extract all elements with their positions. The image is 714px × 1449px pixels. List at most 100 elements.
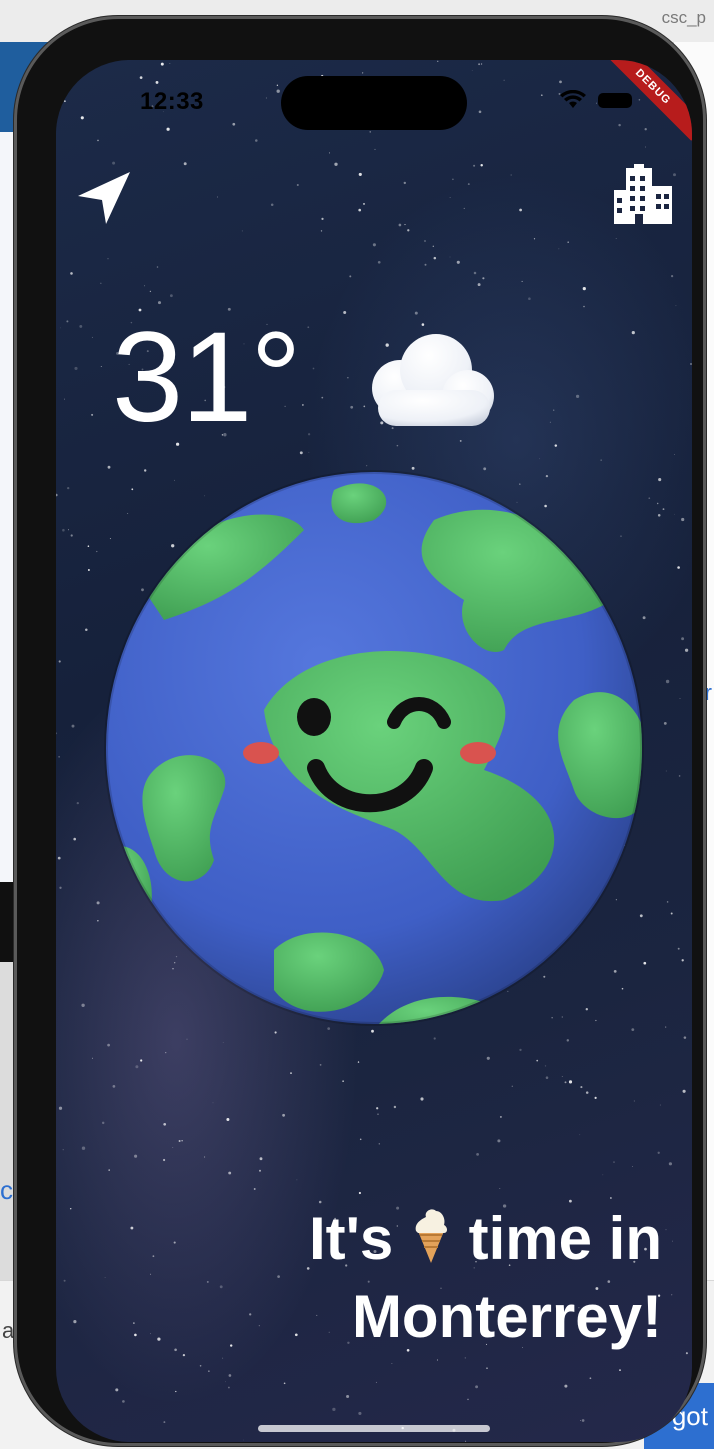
star (404, 224, 406, 226)
star (57, 1411, 60, 1414)
navigation-arrow-icon[interactable] (74, 168, 134, 228)
star (76, 801, 79, 805)
star (602, 1174, 604, 1176)
star (226, 1118, 230, 1121)
star (362, 72, 364, 74)
star (342, 1080, 344, 1082)
app-screen: 12:33 DEBUG 31° It's time in Monterrey! (56, 60, 692, 1442)
star (589, 1377, 592, 1380)
home-indicator[interactable] (258, 1425, 490, 1432)
weather-message: It's time in Monterrey! (142, 1200, 662, 1356)
star (558, 248, 560, 250)
star (449, 196, 451, 198)
star (144, 285, 146, 287)
star (58, 1106, 63, 1110)
star (156, 266, 159, 268)
star (478, 110, 482, 114)
star (554, 444, 558, 447)
star (690, 363, 692, 365)
star (115, 1388, 119, 1392)
star (482, 277, 485, 280)
star (544, 1065, 547, 1067)
star (60, 327, 61, 329)
star (232, 122, 236, 126)
star (679, 698, 681, 699)
star (199, 1365, 202, 1367)
star (618, 123, 621, 127)
star (96, 901, 100, 905)
host-tab-title[interactable]: csc_p (662, 8, 706, 28)
star (104, 1277, 106, 1279)
star (600, 459, 602, 461)
star (678, 775, 681, 777)
star (274, 1031, 277, 1034)
star (685, 1352, 688, 1355)
star (57, 856, 61, 860)
star (585, 1091, 589, 1094)
star (87, 63, 89, 65)
star (282, 1113, 286, 1117)
star (140, 1059, 143, 1062)
ice-cream-icon (415, 1209, 447, 1263)
star (91, 336, 93, 338)
star (68, 529, 69, 531)
star (91, 1057, 93, 1059)
star (70, 534, 73, 537)
star (225, 1381, 226, 1383)
star (499, 1188, 501, 1189)
star (74, 366, 78, 370)
star (296, 183, 299, 187)
star (674, 513, 675, 515)
star (163, 1421, 166, 1424)
star (359, 1138, 362, 1141)
earth-character-illustration (104, 470, 644, 1026)
status-icons (560, 90, 632, 110)
star (169, 63, 171, 64)
star (665, 770, 667, 772)
star (424, 240, 426, 242)
star (183, 162, 187, 166)
star (290, 1072, 292, 1075)
message-line1-before: It's (309, 1205, 394, 1272)
message-line2: Monterrey! (351, 1283, 662, 1350)
star (157, 301, 162, 305)
star (631, 330, 635, 335)
star (56, 732, 58, 735)
star (308, 451, 310, 453)
star (549, 421, 551, 423)
star (632, 1166, 633, 1167)
star (499, 1115, 502, 1118)
star (107, 258, 109, 260)
star (391, 1362, 393, 1364)
star (681, 959, 684, 962)
star (686, 100, 690, 104)
star (420, 1097, 424, 1101)
star (683, 71, 686, 74)
star (486, 1056, 490, 1060)
city-buildings-icon[interactable] (612, 164, 674, 226)
star (130, 1226, 134, 1230)
star (181, 1140, 183, 1142)
star (358, 1191, 361, 1195)
star (478, 63, 481, 66)
star (673, 454, 675, 456)
star (464, 1357, 466, 1359)
star (255, 139, 258, 142)
star (58, 756, 60, 758)
star (377, 260, 381, 264)
star (228, 1171, 232, 1175)
star (668, 1162, 673, 1166)
star (521, 280, 523, 282)
star (69, 1207, 72, 1210)
star (73, 1320, 77, 1324)
star (665, 1229, 667, 1231)
star (666, 901, 669, 903)
star (122, 1400, 125, 1403)
star (681, 637, 685, 641)
star (638, 99, 641, 101)
star (424, 263, 427, 266)
star (358, 1411, 362, 1415)
star (139, 76, 143, 79)
star (328, 152, 330, 154)
star (363, 202, 365, 205)
